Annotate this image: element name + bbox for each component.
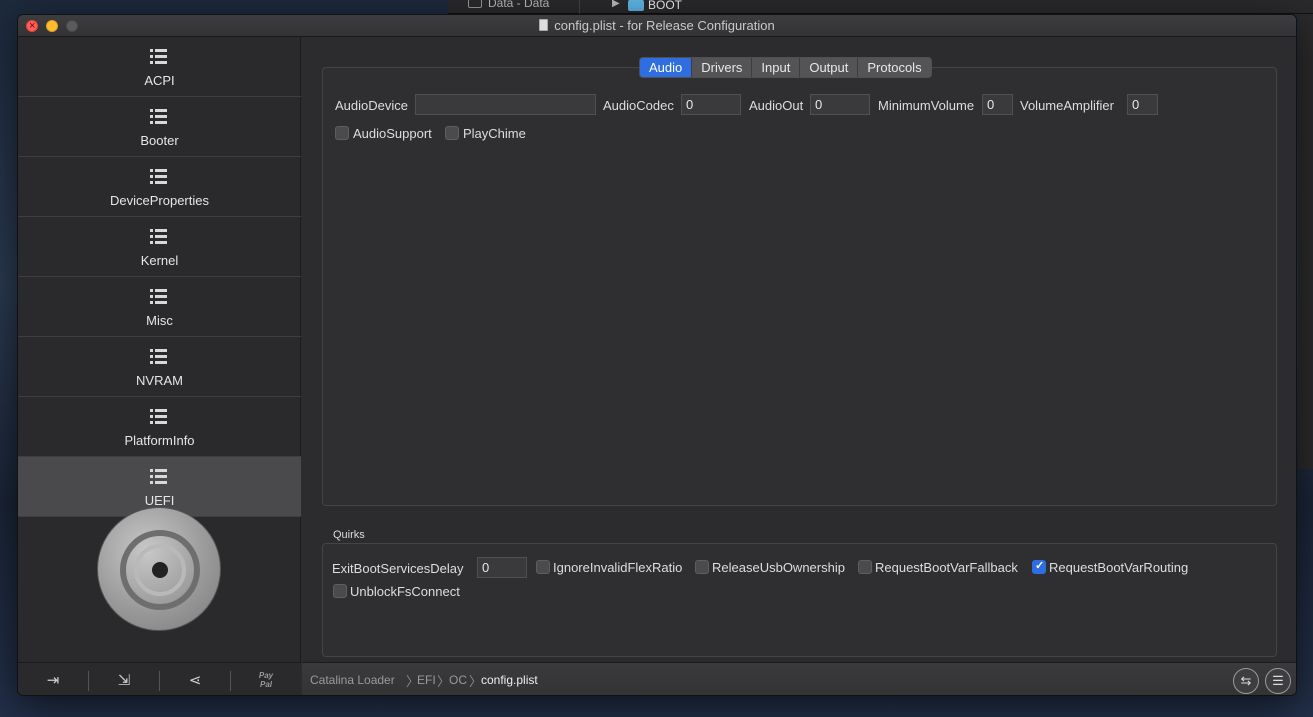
list-icon bbox=[150, 109, 167, 124]
sidebar-item-label: Misc bbox=[146, 313, 173, 328]
list-icon bbox=[150, 469, 167, 484]
unblock-fs-connect-label: UnblockFsConnect bbox=[350, 584, 460, 599]
sidebar-item-platforminfo[interactable]: PlatformInfo bbox=[18, 397, 301, 457]
sidebar-item-label: UEFI bbox=[144, 493, 175, 508]
audio-group-box: AudioDevice AudioCodec AudioOut MinimumV… bbox=[322, 67, 1277, 506]
finder-sidebar-column: Data - Data bbox=[448, 0, 580, 14]
list-icon bbox=[150, 289, 167, 304]
paypal-line1: Pay bbox=[258, 671, 274, 680]
ignore-invalid-flex-ratio-label: IgnoreInvalidFlexRatio bbox=[553, 560, 683, 575]
tab-output[interactable]: Output bbox=[800, 58, 859, 77]
audio-device-field[interactable] bbox=[415, 94, 596, 115]
swap-arrows-icon[interactable]: ⇆ bbox=[1233, 668, 1259, 694]
app-logo-disk-icon bbox=[97, 507, 221, 631]
export-icon[interactable]: ⇲ bbox=[89, 663, 159, 695]
path-bar: Catalina Loader 〉 EFI 〉 OC 〉 config.plis… bbox=[302, 662, 1296, 695]
breadcrumb-file[interactable]: config.plist bbox=[481, 673, 538, 687]
sidebar-item-label: NVRAM bbox=[136, 373, 183, 388]
list-icon bbox=[150, 229, 167, 244]
audio-codec-field[interactable] bbox=[681, 94, 741, 115]
request-boot-var-routing-label: RequestBootVarRouting bbox=[1049, 560, 1189, 575]
sidebar-item-label: ACPI bbox=[144, 73, 175, 88]
zoom-button[interactable] bbox=[66, 20, 78, 32]
tab-drivers[interactable]: Drivers bbox=[692, 58, 753, 77]
list-icon bbox=[150, 409, 167, 424]
sidebar-toolbar: ⇥ ⇲ ⋖ Pay Pal bbox=[18, 662, 301, 695]
sidebar-item-booter[interactable]: Booter bbox=[18, 97, 301, 157]
quirks-group-box: ExitBootServicesDelay IgnoreInvalidFlexR… bbox=[322, 543, 1277, 657]
request-boot-var-routing-checkbox[interactable] bbox=[1032, 559, 1046, 574]
list-icon bbox=[150, 349, 167, 364]
play-chime-checkbox[interactable] bbox=[445, 126, 459, 140]
list-icon bbox=[150, 169, 167, 184]
minimum-volume-label: MinimumVolume bbox=[878, 98, 975, 113]
document-icon bbox=[539, 19, 549, 31]
exit-boot-services-delay-field[interactable] bbox=[477, 557, 527, 578]
play-chime-label: PlayChime bbox=[463, 126, 526, 141]
audio-device-label: AudioDevice bbox=[335, 98, 408, 113]
sidebar-item-misc[interactable]: Misc bbox=[18, 277, 301, 337]
release-usb-ownership-label: ReleaseUsbOwnership bbox=[712, 560, 845, 575]
finder-disk-label[interactable]: Data - Data bbox=[488, 0, 549, 10]
sidebar-item-label: Booter bbox=[140, 133, 179, 148]
volume-amplifier-field[interactable] bbox=[1127, 94, 1158, 115]
audio-support-label: AudioSupport bbox=[353, 126, 432, 141]
sidebar-item-deviceproperties[interactable]: DeviceProperties bbox=[18, 157, 301, 217]
disk-icon bbox=[468, 0, 482, 8]
sidebar-item-acpi[interactable]: ACPI bbox=[18, 37, 301, 97]
quirks-title: Quirks bbox=[333, 529, 365, 541]
list-menu-icon[interactable]: ☰ bbox=[1265, 668, 1291, 694]
app-window: config.plist - for Release Configuration… bbox=[17, 14, 1297, 696]
audio-out-field[interactable] bbox=[810, 94, 870, 115]
folder-icon bbox=[628, 0, 644, 11]
breadcrumb-oc[interactable]: OC bbox=[449, 673, 467, 687]
exit-boot-services-delay-label: ExitBootServicesDelay bbox=[332, 561, 464, 576]
main-content: AudioDevice AudioCodec AudioOut MinimumV… bbox=[302, 37, 1296, 695]
tab-bar: Audio Drivers Input Output Protocols bbox=[639, 57, 932, 78]
import-icon[interactable]: ⇥ bbox=[18, 663, 88, 695]
audio-out-label: AudioOut bbox=[749, 98, 804, 113]
finder-folder-label[interactable]: BOOT bbox=[648, 0, 682, 12]
disclosure-triangle-icon[interactable]: ▶ bbox=[612, 0, 620, 9]
volume-amplifier-label: VolumeAmplifier bbox=[1020, 98, 1114, 113]
sidebar-item-kernel[interactable]: Kernel bbox=[18, 217, 301, 277]
sidebar-item-label: DeviceProperties bbox=[110, 193, 209, 208]
minimum-volume-field[interactable] bbox=[982, 94, 1013, 115]
sidebar-item-label: PlatformInfo bbox=[124, 433, 195, 448]
title-bar: config.plist - for Release Configuration bbox=[18, 15, 1296, 37]
request-boot-var-fallback-label: RequestBootVarFallback bbox=[875, 560, 1018, 575]
breadcrumb-volume[interactable]: Catalina Loader bbox=[310, 673, 395, 687]
close-button[interactable] bbox=[26, 15, 38, 37]
share-icon[interactable]: ⋖ bbox=[160, 663, 230, 695]
sidebar-item-label: Kernel bbox=[140, 253, 179, 268]
paypal-button[interactable]: Pay Pal bbox=[231, 663, 301, 695]
minimize-button[interactable] bbox=[46, 20, 58, 32]
sidebar-item-nvram[interactable]: NVRAM bbox=[18, 337, 301, 397]
window-title: config.plist - for Release Configuration bbox=[554, 18, 775, 33]
list-icon bbox=[150, 49, 167, 64]
sidebar: ACPI Booter DeviceProperties Kernel Misc… bbox=[18, 37, 301, 695]
background-finder-window: Data - Data ▶ BOOT bbox=[448, 0, 1313, 14]
tab-audio[interactable]: Audio bbox=[640, 58, 693, 77]
paypal-line2: Pal bbox=[259, 680, 272, 689]
breadcrumb-efi[interactable]: EFI bbox=[417, 673, 436, 687]
tab-protocols[interactable]: Protocols bbox=[858, 58, 930, 77]
audio-support-checkbox[interactable] bbox=[335, 126, 349, 140]
audio-codec-label: AudioCodec bbox=[603, 98, 674, 113]
request-boot-var-fallback-checkbox[interactable] bbox=[858, 560, 872, 574]
unblock-fs-connect-checkbox[interactable] bbox=[333, 584, 347, 598]
tab-input[interactable]: Input bbox=[752, 58, 801, 77]
disk-hole bbox=[152, 562, 168, 578]
background-window-edge bbox=[1298, 14, 1313, 469]
ignore-invalid-flex-ratio-checkbox[interactable] bbox=[536, 560, 550, 574]
release-usb-ownership-checkbox[interactable] bbox=[695, 560, 709, 574]
